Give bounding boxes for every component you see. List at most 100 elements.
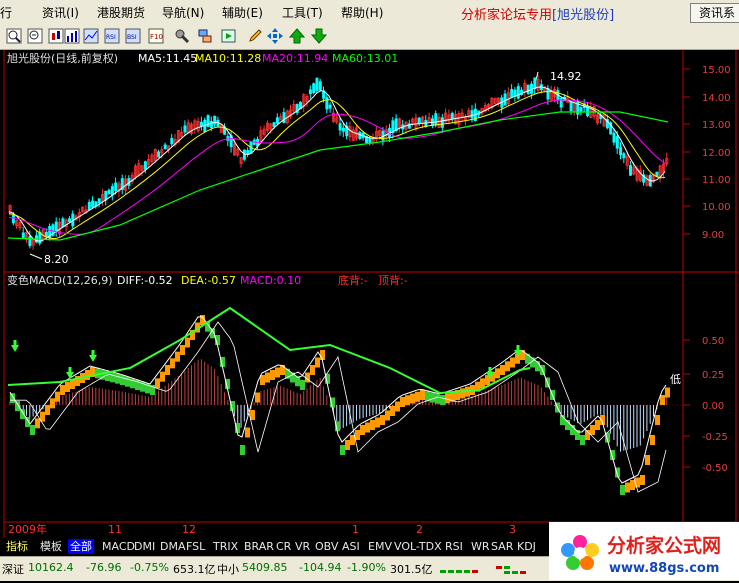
candle-body — [358, 131, 362, 140]
menu-item-assist[interactable]: 辅助(E) — [222, 4, 263, 21]
candle-body — [450, 112, 454, 120]
chart-area[interactable]: 旭光股份(日线,前复权) MA5:11.45 MA10:11.28 MA20:1… — [0, 50, 739, 538]
zoom-in-icon[interactable] — [6, 28, 22, 44]
tab-brar[interactable]: BRAR — [242, 539, 276, 554]
info-button[interactable]: 资讯系 — [690, 3, 739, 23]
menu-item-navigate[interactable]: 导航(N) — [162, 4, 204, 21]
rsi-icon[interactable]: RSI — [104, 28, 120, 44]
ma5-line — [8, 86, 666, 242]
menu-item-tools[interactable]: 工具(T) — [282, 4, 323, 21]
candle-body — [170, 137, 174, 145]
macd-color-block — [185, 337, 190, 348]
menu-bar: 行 资讯(I) 港股期货 导航(N) 辅助(E) 工具(T) 帮助(H) 分析家… — [0, 0, 739, 25]
tab-all[interactable]: 全部 — [68, 539, 94, 554]
kline-chart[interactable]: 旭光股份(日线,前复权) MA5:11.45 MA10:11.28 MA20:1… — [0, 50, 739, 538]
candle-body — [503, 93, 507, 106]
x-axis-label: 1 — [352, 523, 359, 536]
bottom-divergence-label: 底背:- — [338, 273, 368, 287]
menu-item-file[interactable]: 行 — [0, 4, 12, 21]
tab-template[interactable]: 模板 — [38, 539, 64, 554]
candle-body — [325, 97, 329, 110]
macd-color-block — [340, 445, 345, 455]
candle-body — [91, 200, 95, 208]
ma10-label: MA10:11.28 — [195, 52, 261, 65]
macd-color-block — [435, 393, 440, 404]
tab-asi[interactable]: ASI — [340, 539, 362, 554]
candle-body — [417, 117, 421, 125]
svg-text:BSI: BSI — [127, 34, 137, 41]
ma20-label: MA20:11.94 — [262, 52, 328, 65]
tab-indicator[interactable]: 指标 — [4, 539, 30, 554]
svg-text:RSI: RSI — [106, 34, 116, 41]
x-axis-label: 11 — [108, 523, 122, 536]
macd-color-block — [350, 435, 355, 445]
macd-color-block — [255, 392, 260, 403]
arrow-up-icon[interactable] — [289, 28, 305, 44]
zoom-out-icon[interactable] — [27, 28, 43, 44]
macd-color-block — [110, 372, 115, 383]
x-axis-label: 3 — [509, 523, 516, 536]
macd-color-block — [270, 370, 275, 380]
tab-vol-tdx[interactable]: VOL-TDX — [392, 539, 444, 554]
meter-bar — [448, 570, 454, 573]
tab-obv[interactable]: OBV — [313, 539, 340, 554]
candle-body — [183, 125, 187, 133]
buy-signal-arrow-icon — [11, 345, 19, 352]
tab-rsi[interactable]: RSI — [443, 539, 465, 554]
meter-bar — [472, 570, 478, 573]
tab-trix[interactable]: TRIX — [211, 539, 240, 554]
macd-color-block — [440, 395, 445, 405]
candle-body — [107, 189, 111, 195]
f10-icon[interactable]: F10 — [148, 28, 164, 44]
macd-color-block — [645, 455, 650, 465]
meter-bar — [512, 571, 518, 574]
brand-text: 分析家论坛专用 — [461, 8, 553, 23]
link-icon[interactable] — [197, 28, 213, 44]
candle-body — [104, 190, 108, 201]
candle-body — [338, 123, 342, 131]
meter-bar — [496, 566, 502, 569]
ma5-label: MA5:11.45 — [138, 52, 197, 65]
pencil-icon[interactable] — [247, 28, 263, 44]
candle-chart-icon[interactable] — [48, 28, 64, 44]
x-axis-label: 2009年 — [8, 522, 47, 536]
macd-color-block — [280, 365, 285, 375]
candle-body — [622, 153, 626, 159]
macd-color-block — [45, 405, 50, 415]
candle-body — [516, 86, 520, 99]
macd-color-block — [180, 345, 185, 355]
macd-color-block — [85, 370, 90, 380]
tab-cr[interactable]: CR — [274, 539, 293, 554]
menu-item-info[interactable]: 资讯(I) — [42, 4, 79, 21]
menu-item-help[interactable]: 帮助(H) — [341, 4, 383, 21]
tab-kdj[interactable]: KDJ — [515, 539, 538, 554]
macd-color-block — [275, 367, 280, 378]
tab-fsl[interactable]: FSL — [184, 539, 207, 554]
macd-color-block — [640, 475, 645, 485]
candle-body — [619, 147, 623, 156]
move-icon[interactable] — [267, 28, 283, 44]
macd-color-block — [525, 353, 530, 364]
sme-index-amount: 301.5亿 — [390, 563, 433, 576]
tools-icon[interactable] — [174, 28, 190, 44]
arrow-down-icon[interactable] — [311, 28, 327, 44]
export-icon[interactable] — [221, 28, 237, 44]
tab-vr[interactable]: VR — [293, 539, 312, 554]
macd-color-block — [375, 417, 380, 428]
line-chart-icon[interactable] — [83, 28, 99, 44]
menu-item-hk-futures[interactable]: 港股期货 — [97, 4, 145, 21]
candle-body — [510, 88, 514, 98]
buy-signal-arrow-icon — [89, 355, 97, 362]
macd-color-block — [630, 480, 635, 490]
macd-color-block — [510, 357, 515, 368]
tab-sar[interactable]: SAR — [489, 539, 515, 554]
tab-emv[interactable]: EMV — [366, 539, 394, 554]
bar-chart-icon[interactable] — [64, 28, 80, 44]
bsi-icon[interactable]: BSI — [125, 28, 141, 44]
tab-dmi[interactable]: DMI — [132, 539, 157, 554]
macd-tick-label: 0.50 — [702, 336, 724, 347]
svg-text:F10: F10 — [150, 33, 163, 41]
macd-color-block — [590, 425, 595, 435]
macd-color-block — [245, 427, 250, 438]
sme-index-percent: -1.90% — [347, 561, 386, 574]
